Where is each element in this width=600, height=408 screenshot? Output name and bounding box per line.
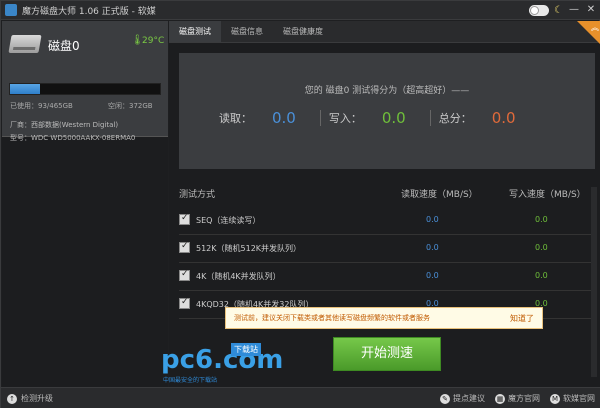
theme-toggle[interactable]: [529, 4, 550, 16]
cube-icon: ▦: [495, 393, 505, 404]
tip-dismiss-link[interactable]: 知道了: [510, 313, 534, 324]
col-write-speed: 写入速度（MB/S）: [509, 190, 586, 200]
disk-card[interactable]: 磁盘0 🌡 29°C 已使用：93/465GB 空闲：372GB 厂商：西部数据…: [2, 21, 168, 142]
total-score: 0.0: [491, 109, 516, 127]
minimize-button[interactable]: —: [568, 3, 580, 17]
official-site-link[interactable]: ▦ 魔方官网: [495, 393, 540, 404]
tab-disk-health[interactable]: 磁盘健康度: [273, 21, 333, 42]
test-name: SEQ（连续读写）: [196, 216, 261, 225]
col-read-speed: 读取速度（MB/S）: [401, 190, 478, 200]
start-test-button[interactable]: 开始测速: [333, 337, 441, 371]
ruanmei-site-label: 软媒官网: [563, 394, 595, 403]
test-checkbox[interactable]: [179, 269, 190, 281]
watermark-logo: pc6.com: [161, 345, 284, 375]
read-label: 读取：: [219, 112, 252, 125]
ruanmei-logo-icon: M: [550, 393, 560, 404]
watermark: pc6.com 下载站 中国最安全的下载站: [161, 343, 284, 384]
window-controls: ☾ — ✕: [529, 3, 597, 17]
table-row: SEQ（连续读写） 0.0 0.0: [179, 207, 595, 235]
hard-disk-icon: [8, 35, 42, 53]
disk-name: 磁盘0: [48, 39, 80, 53]
disk-temperature: 29°C: [142, 36, 165, 46]
write-speed: 0.0: [535, 271, 548, 280]
window-title: 魔方磁盘大师 1.06 正式版 - 软媒: [22, 6, 156, 17]
app-icon: [5, 4, 17, 16]
app-window: 魔方磁盘大师 1.06 正式版 - 软媒 ☾ — ✕ 磁盘0 🌡 29°C 已使…: [0, 0, 600, 408]
total-label: 总分：: [438, 112, 472, 125]
watermark-badge: 下载站: [231, 343, 261, 356]
check-update-label: 检测升级: [21, 394, 53, 403]
test-name: 4K（随机4K并发队列）: [196, 272, 281, 281]
score-panel: 您的 磁盘0 测试得分为（超高超好）—— 读取： 0.0 写入： 0.0 总分：…: [179, 53, 595, 169]
ruanmei-site-link[interactable]: M 软媒官网: [550, 393, 595, 404]
usage-fill: [10, 84, 40, 94]
write-label: 写入：: [328, 112, 362, 125]
watermark-subtitle: 中国最安全的下载站: [163, 377, 218, 384]
moon-icon: ☾: [554, 4, 563, 16]
test-name: 512K（随机512K并发队列）: [196, 244, 302, 253]
test-checkbox[interactable]: [179, 213, 190, 225]
disk-model: 型号：WDC WD5000AAKX-08ERMA0: [10, 134, 136, 142]
main-panel: 磁盘测试 磁盘信息 磁盘健康度 ︽ 您的 磁盘0 测试得分为（超高超好）—— 读…: [169, 21, 600, 387]
read-speed: 0.0: [426, 271, 439, 280]
tab-bar: 磁盘测试 磁盘信息 磁盘健康度: [169, 21, 600, 43]
official-site-label: 魔方官网: [508, 394, 540, 403]
suggest-label: 提点建议: [453, 394, 485, 403]
test-checkbox[interactable]: [179, 297, 190, 309]
read-speed: 0.0: [426, 243, 439, 252]
suggest-link[interactable]: ✎ 提点建议: [440, 393, 485, 404]
used-space: 已使用：93/465GB: [10, 102, 73, 110]
scrollbar[interactable]: [591, 187, 597, 377]
footer-bar: ↑ 检测升级 ✎ 提点建议 ▦ 魔方官网 M 软媒官网: [1, 387, 600, 408]
col-test-method: 测试方式: [179, 190, 216, 200]
tab-disk-test[interactable]: 磁盘测试: [169, 21, 221, 42]
tab-disk-info[interactable]: 磁盘信息: [221, 21, 273, 42]
table-row: 4K（随机4K并发队列） 0.0 0.0: [179, 263, 595, 291]
update-icon: ↑: [7, 393, 17, 404]
close-button[interactable]: ✕: [585, 3, 597, 17]
check-update-link[interactable]: ↑ 检测升级: [7, 393, 53, 404]
read-score: 0.0: [272, 109, 296, 127]
tip-popup: 测试前，建议关闭下载类或者其他读写磁盘频繁的软件或者服务 知道了: [225, 307, 543, 329]
read-speed: 0.0: [426, 215, 439, 224]
divider: [319, 110, 321, 126]
double-up-icon: ︽: [591, 23, 599, 32]
test-checkbox[interactable]: [179, 241, 190, 253]
footer-links: ✎ 提点建议 ▦ 魔方官网 M 软媒官网: [440, 393, 595, 404]
feedback-icon: ✎: [440, 393, 450, 404]
disk-vendor: 厂商：西部数据(Western Digital): [10, 121, 119, 129]
usage-bar: [9, 83, 161, 95]
write-speed: 0.0: [535, 243, 548, 252]
table-row: 512K（随机512K并发队列） 0.0 0.0: [179, 235, 595, 263]
disk-panel: 磁盘0 🌡 29°C 已使用：93/465GB 空闲：372GB 厂商：西部数据…: [2, 21, 168, 387]
free-space: 空闲：372GB: [108, 102, 153, 110]
tip-text: 测试前，建议关闭下载类或者其他读写磁盘频繁的软件或者服务: [234, 314, 430, 322]
score-row: 读取： 0.0 写入： 0.0 总分： 0.0: [219, 109, 540, 127]
write-score: 0.0: [381, 109, 406, 127]
score-title: 您的 磁盘0 测试得分为（超高超好）——: [304, 86, 470, 96]
write-speed: 0.0: [535, 215, 548, 224]
divider: [429, 110, 431, 126]
title-bar: 魔方磁盘大师 1.06 正式版 - 软媒 ☾ — ✕: [1, 1, 600, 20]
